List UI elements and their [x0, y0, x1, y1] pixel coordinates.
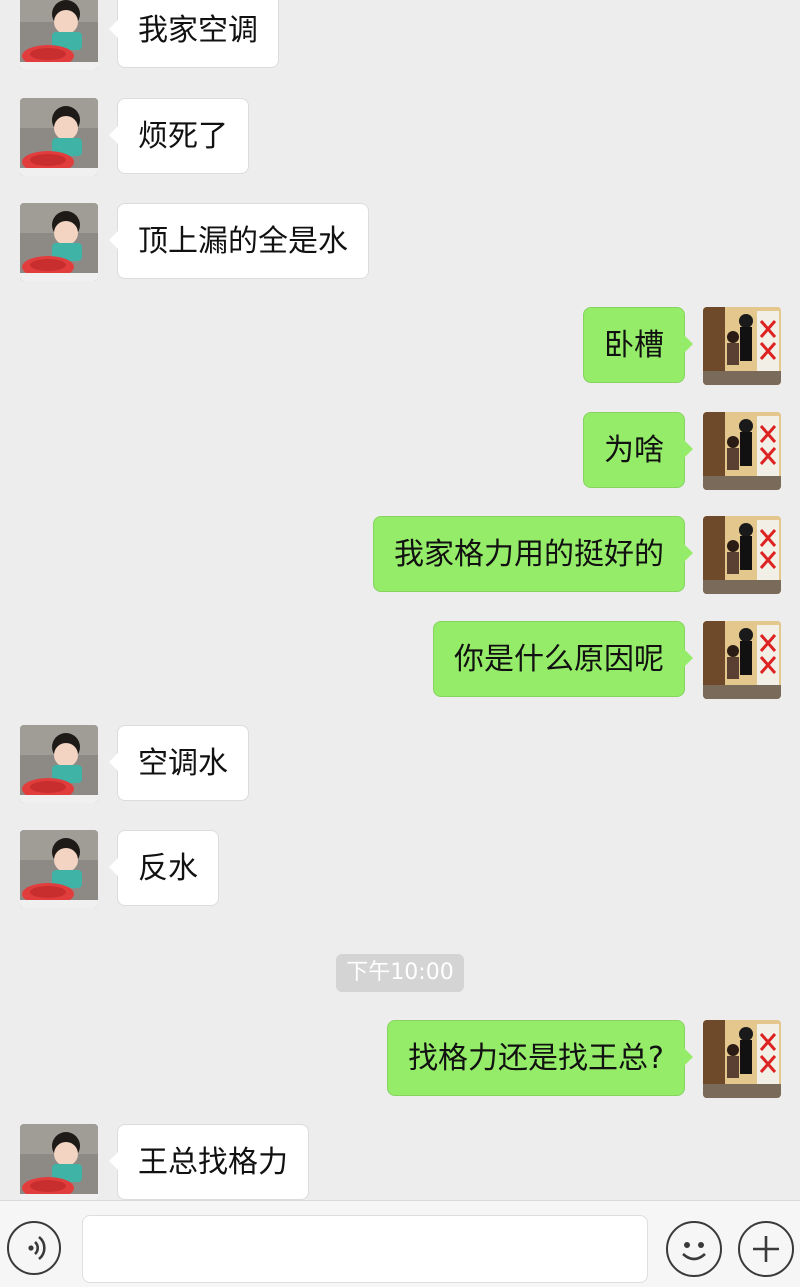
- sent-message-bubble[interactable]: 卧槽: [583, 307, 693, 383]
- received-message-bubble[interactable]: 烦死了: [109, 98, 249, 174]
- message-row: 为啥: [0, 412, 800, 490]
- emoji-button[interactable]: [666, 1221, 722, 1277]
- received-message-bubble[interactable]: 反水: [109, 830, 219, 906]
- more-button[interactable]: [738, 1221, 794, 1277]
- sent-message-bubble[interactable]: 找格力还是找王总?: [387, 1020, 693, 1096]
- sent-message-bubble[interactable]: 你是什么原因呢: [433, 621, 693, 697]
- message-row: 反水: [0, 830, 800, 908]
- emoji-icon: [682, 1242, 706, 1261]
- message-row: 卧槽: [0, 307, 800, 385]
- contact-avatar[interactable]: [20, 830, 98, 908]
- contact-avatar[interactable]: [20, 0, 98, 70]
- self-avatar[interactable]: [703, 412, 781, 490]
- message-row: 你是什么原因呢: [0, 621, 800, 699]
- baby-avatar-icon: [20, 725, 98, 803]
- message-row: 顶上漏的全是水: [0, 203, 800, 281]
- baby-avatar-icon: [20, 98, 98, 176]
- self-avatar[interactable]: [703, 621, 781, 699]
- message-row: 王总找格力: [0, 1124, 800, 1202]
- contact-avatar[interactable]: [20, 1124, 98, 1202]
- baby-avatar-icon: [20, 830, 98, 908]
- sent-message-bubble[interactable]: 为啥: [583, 412, 693, 488]
- received-message-bubble[interactable]: 王总找格力: [109, 1124, 309, 1200]
- poster-avatar-icon: [703, 516, 781, 594]
- voice-icon: [28, 1235, 46, 1261]
- input-bar: [0, 1200, 800, 1287]
- poster-avatar-icon: [703, 621, 781, 699]
- poster-avatar-icon: [703, 412, 781, 490]
- poster-avatar-icon: [703, 1020, 781, 1098]
- received-message-bubble[interactable]: 我家空调: [109, 0, 279, 68]
- contact-avatar[interactable]: [20, 203, 98, 281]
- contact-avatar[interactable]: [20, 725, 98, 803]
- message-row: 我家格力用的挺好的: [0, 516, 800, 594]
- baby-avatar-icon: [20, 0, 98, 70]
- self-avatar[interactable]: [703, 516, 781, 594]
- message-row: 空调水: [0, 725, 800, 803]
- message-row: 找格力还是找王总?: [0, 1020, 800, 1098]
- voice-button[interactable]: [7, 1221, 61, 1275]
- sent-message-bubble[interactable]: 我家格力用的挺好的: [373, 516, 693, 592]
- self-avatar[interactable]: [703, 307, 781, 385]
- message-row: 我家空调: [0, 0, 800, 70]
- contact-avatar[interactable]: [20, 98, 98, 176]
- received-message-bubble[interactable]: 空调水: [109, 725, 249, 801]
- plus-icon: [753, 1236, 779, 1262]
- baby-avatar-icon: [20, 203, 98, 281]
- received-message-bubble[interactable]: 顶上漏的全是水: [109, 203, 369, 279]
- message-row: 烦死了: [0, 98, 800, 176]
- baby-avatar-icon: [20, 1124, 98, 1202]
- message-input[interactable]: [82, 1215, 648, 1283]
- chat-area[interactable]: 我家空调 烦死了 顶上漏的全是水 卧槽 为啥 我家格力用的挺好的 你是什么原因呢…: [0, 0, 800, 1202]
- timestamp: 下午10:00: [336, 954, 464, 992]
- poster-avatar-icon: [703, 307, 781, 385]
- self-avatar[interactable]: [703, 1020, 781, 1098]
